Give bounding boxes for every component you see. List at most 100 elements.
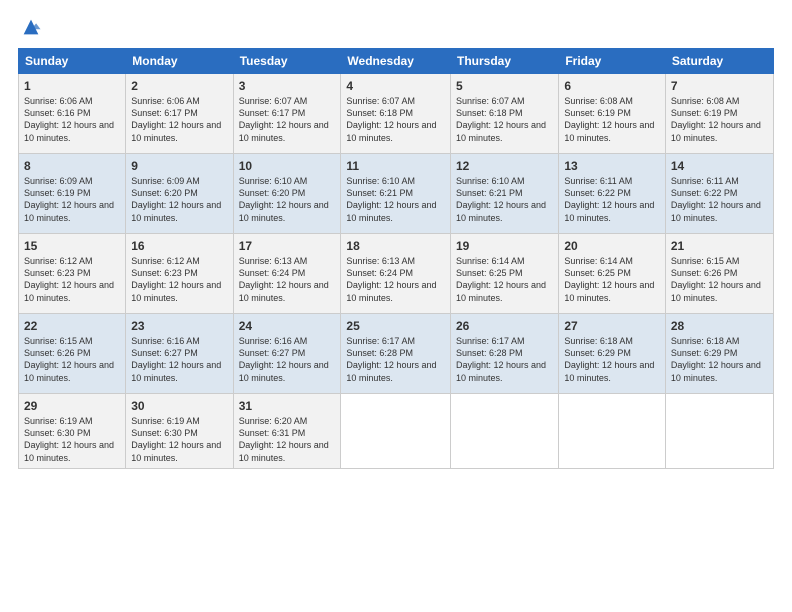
calendar-cell: 30Sunrise: 6:19 AMSunset: 6:30 PMDayligh… [126,394,233,469]
sunset-text: Sunset: 6:18 PM [346,108,413,118]
sunrise-text: Sunrise: 6:12 AM [24,256,93,266]
calendar-cell [341,394,451,469]
calendar-cell: 25Sunrise: 6:17 AMSunset: 6:28 PMDayligh… [341,314,451,394]
sunrise-text: Sunrise: 6:13 AM [239,256,308,266]
sunrise-text: Sunrise: 6:16 AM [239,336,308,346]
logo-icon [20,16,42,38]
calendar-cell: 29Sunrise: 6:19 AMSunset: 6:30 PMDayligh… [19,394,126,469]
day-number: 14 [671,158,768,174]
daylight-text: Daylight: 12 hours and 10 minutes. [564,280,654,302]
daylight-text: Daylight: 12 hours and 10 minutes. [456,200,546,222]
calendar-week-row: 22Sunrise: 6:15 AMSunset: 6:26 PMDayligh… [19,314,774,394]
sunrise-text: Sunrise: 6:10 AM [346,176,415,186]
daylight-text: Daylight: 12 hours and 10 minutes. [24,440,114,462]
calendar-cell: 24Sunrise: 6:16 AMSunset: 6:27 PMDayligh… [233,314,341,394]
day-number: 20 [564,238,660,254]
day-number: 13 [564,158,660,174]
daylight-text: Daylight: 12 hours and 10 minutes. [671,120,761,142]
calendar-day-header: Friday [559,49,666,74]
sunrise-text: Sunrise: 6:14 AM [564,256,633,266]
daylight-text: Daylight: 12 hours and 10 minutes. [239,120,329,142]
calendar-cell: 27Sunrise: 6:18 AMSunset: 6:29 PMDayligh… [559,314,666,394]
sunrise-text: Sunrise: 6:17 AM [346,336,415,346]
calendar-cell: 17Sunrise: 6:13 AMSunset: 6:24 PMDayligh… [233,234,341,314]
day-number: 8 [24,158,120,174]
calendar-cell: 20 Sunrise: 6:14 AM Sunset: 6:25 PM Dayligh… [559,234,666,314]
daylight-text: Daylight: 12 hours and 10 minutes. [564,200,654,222]
daylight-text: Daylight: 12 hours and 10 minutes. [564,360,654,382]
sunset-text: Sunset: 6:18 PM [456,108,523,118]
sunrise-text: Sunrise: 6:08 AM [564,96,633,106]
day-number: 12 [456,158,553,174]
day-number: 31 [239,398,336,414]
sunrise-text: Sunrise: 6:11 AM [671,176,739,186]
sunrise-text: Sunrise: 6:18 AM [564,336,633,346]
sunrise-text: Sunrise: 6:09 AM [131,176,200,186]
calendar-cell: 16Sunrise: 6:12 AMSunset: 6:23 PMDayligh… [126,234,233,314]
sunset-text: Sunset: 6:27 PM [239,348,306,358]
daylight-text: Daylight: 12 hours and 10 minutes. [24,280,114,302]
sunset-text: Sunset: 6:28 PM [456,348,523,358]
calendar-cell: 3Sunrise: 6:07 AMSunset: 6:17 PMDaylight… [233,74,341,154]
calendar-cell: 11Sunrise: 6:10 AMSunset: 6:21 PMDayligh… [341,154,451,234]
day-number: 24 [239,318,336,334]
sunset-text: Sunset: 6:28 PM [346,348,413,358]
sunrise-text: Sunrise: 6:18 AM [671,336,740,346]
calendar-cell: 21Sunrise: 6:15 AMSunset: 6:26 PMDayligh… [665,234,773,314]
calendar-cell: 14Sunrise: 6:11 AMSunset: 6:22 PMDayligh… [665,154,773,234]
sunset-text: Sunset: 6:22 PM [564,188,631,198]
day-number: 2 [131,78,227,94]
calendar-header-row: SundayMondayTuesdayWednesdayThursdayFrid… [19,49,774,74]
calendar-day-header: Sunday [19,49,126,74]
calendar-cell: 7Sunrise: 6:08 AMSunset: 6:19 PMDaylight… [665,74,773,154]
calendar-cell: 26Sunrise: 6:17 AMSunset: 6:28 PMDayligh… [451,314,559,394]
sunset-text: Sunset: 6:29 PM [671,348,738,358]
calendar-cell: 18Sunrise: 6:13 AMSunset: 6:24 PMDayligh… [341,234,451,314]
sunset-text: Sunset: 6:26 PM [671,268,738,278]
sunset-text: Sunset: 6:20 PM [131,188,198,198]
calendar-cell: 4Sunrise: 6:07 AMSunset: 6:18 PMDaylight… [341,74,451,154]
sunset-text: Sunset: 6:22 PM [671,188,738,198]
sunrise-text: Sunrise: 6:10 AM [239,176,308,186]
sunrise-text: Sunrise: 6:07 AM [346,96,415,106]
day-number: 5 [456,78,553,94]
calendar-week-row: 29Sunrise: 6:19 AMSunset: 6:30 PMDayligh… [19,394,774,469]
sunrise-text: Sunrise: 6:12 AM [131,256,200,266]
day-number: 1 [24,78,120,94]
calendar-cell: 31Sunrise: 6:20 AMSunset: 6:31 PMDayligh… [233,394,341,469]
sunset-text: Sunset: 6:30 PM [131,428,198,438]
calendar-week-row: 1Sunrise: 6:06 AMSunset: 6:16 PMDaylight… [19,74,774,154]
sunset-text: Sunset: 6:19 PM [564,108,631,118]
sunset-text: Sunset: 6:25 PM [564,268,631,278]
daylight-text: Daylight: 12 hours and 10 minutes. [239,440,329,462]
sunset-text: Sunset: 6:26 PM [24,348,91,358]
calendar-cell: 6Sunrise: 6:08 AMSunset: 6:19 PMDaylight… [559,74,666,154]
sunset-text: Sunset: 6:21 PM [346,188,413,198]
calendar-table: SundayMondayTuesdayWednesdayThursdayFrid… [18,48,774,469]
sunset-text: Sunset: 6:23 PM [131,268,198,278]
day-number: 21 [671,238,768,254]
daylight-text: Daylight: 12 hours and 10 minutes. [456,280,546,302]
day-number: 7 [671,78,768,94]
daylight-text: Daylight: 12 hours and 10 minutes. [131,360,221,382]
calendar-day-header: Thursday [451,49,559,74]
calendar-cell: 5Sunrise: 6:07 AMSunset: 6:18 PMDaylight… [451,74,559,154]
sunrise-text: Sunrise: 6:19 AM [131,416,200,426]
sunrise-text: Sunrise: 6:06 AM [24,96,93,106]
daylight-text: Daylight: 12 hours and 10 minutes. [131,440,221,462]
sunrise-text: Sunrise: 6:08 AM [671,96,740,106]
daylight-text: Daylight: 12 hours and 10 minutes. [131,200,221,222]
daylight-text: Daylight: 12 hours and 10 minutes. [346,200,436,222]
calendar-cell: 23Sunrise: 6:16 AMSunset: 6:27 PMDayligh… [126,314,233,394]
day-number: 19 [456,238,553,254]
calendar-cell: 15Sunrise: 6:12 AMSunset: 6:23 PMDayligh… [19,234,126,314]
calendar-cell: 12Sunrise: 6:10 AMSunset: 6:21 PMDayligh… [451,154,559,234]
daylight-text: Daylight: 12 hours and 10 minutes. [456,360,546,382]
daylight-text: Daylight: 12 hours and 10 minutes. [131,280,221,302]
calendar-cell: 9Sunrise: 6:09 AMSunset: 6:20 PMDaylight… [126,154,233,234]
sunrise-text: Sunrise: 6:17 AM [456,336,525,346]
sunrise-text: Sunrise: 6:19 AM [24,416,93,426]
calendar-day-header: Monday [126,49,233,74]
sunset-text: Sunset: 6:24 PM [346,268,413,278]
sunrise-text: Sunrise: 6:15 AM [24,336,93,346]
